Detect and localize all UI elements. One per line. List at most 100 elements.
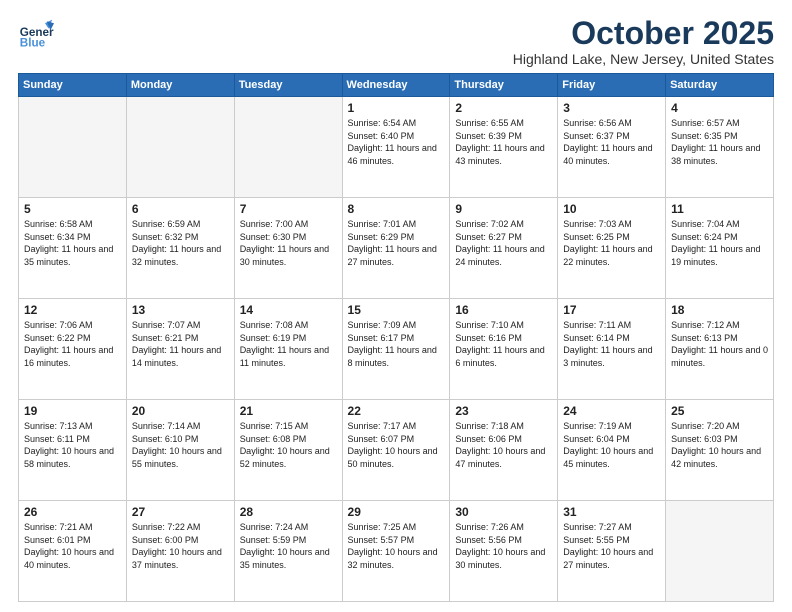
day-number: 6 <box>132 202 229 216</box>
cell-content: Sunrise: 7:06 AM Sunset: 6:22 PM Dayligh… <box>24 319 121 369</box>
day-number: 5 <box>24 202 121 216</box>
cell-content: Sunrise: 7:15 AM Sunset: 6:08 PM Dayligh… <box>240 420 337 470</box>
title-area: October 2025 Highland Lake, New Jersey, … <box>513 16 774 67</box>
cell-content: Sunrise: 6:54 AM Sunset: 6:40 PM Dayligh… <box>348 117 445 167</box>
day-header-wednesday: Wednesday <box>342 74 450 97</box>
cell-content: Sunrise: 7:03 AM Sunset: 6:25 PM Dayligh… <box>563 218 660 268</box>
day-header-tuesday: Tuesday <box>234 74 342 97</box>
day-number: 24 <box>563 404 660 418</box>
calendar-cell-16: 16 Sunrise: 7:10 AM Sunset: 6:16 PM Dayli… <box>450 299 558 400</box>
cell-content: Sunrise: 7:26 AM Sunset: 5:56 PM Dayligh… <box>455 521 552 571</box>
calendar-cell-26: 26Sunrise: 7:21 AM Sunset: 6:01 PM Dayli… <box>19 501 127 602</box>
day-number: 25 <box>671 404 768 418</box>
day-header-sunday: Sunday <box>19 74 127 97</box>
cell-content: Sunrise: 7:25 AM Sunset: 5:57 PM Dayligh… <box>348 521 445 571</box>
calendar-header-row: SundayMondayTuesdayWednesdayThursdayFrid… <box>19 74 774 97</box>
calendar-cell-1: 1 Sunrise: 6:54 AM Sunset: 6:40 PM Daylig… <box>342 97 450 198</box>
day-number: 12 <box>24 303 121 317</box>
cell-content: Sunrise: 6:55 AM Sunset: 6:39 PM Dayligh… <box>455 117 552 167</box>
cell-content: Sunrise: 6:59 AM Sunset: 6:32 PM Dayligh… <box>132 218 229 268</box>
calendar-cell-22: 22Sunrise: 7:17 AM Sunset: 6:07 PM Dayli… <box>342 400 450 501</box>
cell-content: Sunrise: 7:20 AM Sunset: 6:03 PM Dayligh… <box>671 420 768 470</box>
cell-content: Sunrise: 7:24 AM Sunset: 5:59 PM Dayligh… <box>240 521 337 571</box>
day-number: 1 <box>348 101 445 115</box>
day-number: 28 <box>240 505 337 519</box>
day-number: 13 <box>132 303 229 317</box>
calendar-cell-2: 2 Sunrise: 6:55 AM Sunset: 6:39 PM Daylig… <box>450 97 558 198</box>
day-number: 14 <box>240 303 337 317</box>
calendar-cell-empty <box>126 97 234 198</box>
day-header-thursday: Thursday <box>450 74 558 97</box>
day-number: 3 <box>563 101 660 115</box>
calendar-week-4: 19Sunrise: 7:13 AM Sunset: 6:11 PM Dayli… <box>19 400 774 501</box>
calendar-cell-8: 8 Sunrise: 7:01 AM Sunset: 6:29 PM Daylig… <box>342 198 450 299</box>
cell-content: Sunrise: 7:01 AM Sunset: 6:29 PM Dayligh… <box>348 218 445 268</box>
calendar-cell-empty <box>19 97 127 198</box>
calendar-cell-25: 25 Sunrise: 7:20 AM Sunset: 6:03 PM Dayli… <box>666 400 774 501</box>
day-number: 31 <box>563 505 660 519</box>
day-number: 15 <box>348 303 445 317</box>
day-number: 20 <box>132 404 229 418</box>
calendar-cell-11: 11Sunrise: 7:04 AM Sunset: 6:24 PM Dayli… <box>666 198 774 299</box>
calendar-cell-5: 5 Sunrise: 6:58 AM Sunset: 6:34 PM Daylig… <box>19 198 127 299</box>
cell-content: Sunrise: 6:58 AM Sunset: 6:34 PM Dayligh… <box>24 218 121 268</box>
day-number: 29 <box>348 505 445 519</box>
calendar-cell-17: 17 Sunrise: 7:11 AM Sunset: 6:14 PM Dayli… <box>558 299 666 400</box>
day-number: 16 <box>455 303 552 317</box>
calendar-week-3: 12 Sunrise: 7:06 AM Sunset: 6:22 PM Dayli… <box>19 299 774 400</box>
logo: General Blue <box>18 16 54 52</box>
day-number: 2 <box>455 101 552 115</box>
calendar-cell-14: 14 Sunrise: 7:08 AM Sunset: 6:19 PM Dayli… <box>234 299 342 400</box>
calendar-cell-10: 10 Sunrise: 7:03 AM Sunset: 6:25 PM Dayli… <box>558 198 666 299</box>
cell-content: Sunrise: 7:11 AM Sunset: 6:14 PM Dayligh… <box>563 319 660 369</box>
cell-content: Sunrise: 7:19 AM Sunset: 6:04 PM Dayligh… <box>563 420 660 470</box>
day-number: 7 <box>240 202 337 216</box>
logo-icon: General Blue <box>18 16 54 52</box>
location: Highland Lake, New Jersey, United States <box>513 51 774 67</box>
cell-content: Sunrise: 7:00 AM Sunset: 6:30 PM Dayligh… <box>240 218 337 268</box>
calendar-cell-empty <box>666 501 774 602</box>
cell-content: Sunrise: 6:57 AM Sunset: 6:35 PM Dayligh… <box>671 117 768 167</box>
cell-content: Sunrise: 7:22 AM Sunset: 6:00 PM Dayligh… <box>132 521 229 571</box>
calendar-cell-21: 21 Sunrise: 7:15 AM Sunset: 6:08 PM Dayli… <box>234 400 342 501</box>
calendar-cell-7: 7 Sunrise: 7:00 AM Sunset: 6:30 PM Daylig… <box>234 198 342 299</box>
calendar-cell-12: 12 Sunrise: 7:06 AM Sunset: 6:22 PM Dayli… <box>19 299 127 400</box>
day-number: 17 <box>563 303 660 317</box>
day-number: 18 <box>671 303 768 317</box>
calendar-table: SundayMondayTuesdayWednesdayThursdayFrid… <box>18 73 774 602</box>
calendar-cell-15: 15 Sunrise: 7:09 AM Sunset: 6:17 PM Dayli… <box>342 299 450 400</box>
calendar-page: General Blue October 2025 Highland Lake,… <box>0 0 792 612</box>
cell-content: Sunrise: 7:07 AM Sunset: 6:21 PM Dayligh… <box>132 319 229 369</box>
cell-content: Sunrise: 7:02 AM Sunset: 6:27 PM Dayligh… <box>455 218 552 268</box>
calendar-cell-18: 18Sunrise: 7:12 AM Sunset: 6:13 PM Dayli… <box>666 299 774 400</box>
calendar-cell-20: 20 Sunrise: 7:14 AM Sunset: 6:10 PM Dayli… <box>126 400 234 501</box>
svg-text:Blue: Blue <box>20 37 46 50</box>
day-number: 10 <box>563 202 660 216</box>
calendar-cell-30: 30Sunrise: 7:26 AM Sunset: 5:56 PM Dayli… <box>450 501 558 602</box>
day-header-monday: Monday <box>126 74 234 97</box>
cell-content: Sunrise: 7:14 AM Sunset: 6:10 PM Dayligh… <box>132 420 229 470</box>
month-title: October 2025 <box>513 16 774 51</box>
day-header-saturday: Saturday <box>666 74 774 97</box>
calendar-cell-13: 13 Sunrise: 7:07 AM Sunset: 6:21 PM Dayli… <box>126 299 234 400</box>
calendar-cell-9: 9 Sunrise: 7:02 AM Sunset: 6:27 PM Daylig… <box>450 198 558 299</box>
day-number: 4 <box>671 101 768 115</box>
cell-content: Sunrise: 7:04 AM Sunset: 6:24 PM Dayligh… <box>671 218 768 268</box>
day-number: 22 <box>348 404 445 418</box>
day-number: 9 <box>455 202 552 216</box>
calendar-cell-24: 24 Sunrise: 7:19 AM Sunset: 6:04 PM Dayli… <box>558 400 666 501</box>
calendar-cell-19: 19Sunrise: 7:13 AM Sunset: 6:11 PM Dayli… <box>19 400 127 501</box>
day-number: 8 <box>348 202 445 216</box>
day-number: 21 <box>240 404 337 418</box>
day-number: 27 <box>132 505 229 519</box>
cell-content: Sunrise: 7:27 AM Sunset: 5:55 PM Dayligh… <box>563 521 660 571</box>
day-number: 19 <box>24 404 121 418</box>
calendar-cell-23: 23Sunrise: 7:18 AM Sunset: 6:06 PM Dayli… <box>450 400 558 501</box>
calendar-week-2: 5 Sunrise: 6:58 AM Sunset: 6:34 PM Daylig… <box>19 198 774 299</box>
cell-content: Sunrise: 7:09 AM Sunset: 6:17 PM Dayligh… <box>348 319 445 369</box>
cell-content: Sunrise: 7:10 AM Sunset: 6:16 PM Dayligh… <box>455 319 552 369</box>
cell-content: Sunrise: 6:56 AM Sunset: 6:37 PM Dayligh… <box>563 117 660 167</box>
calendar-cell-empty <box>234 97 342 198</box>
calendar-cell-29: 29 Sunrise: 7:25 AM Sunset: 5:57 PM Dayli… <box>342 501 450 602</box>
cell-content: Sunrise: 7:08 AM Sunset: 6:19 PM Dayligh… <box>240 319 337 369</box>
